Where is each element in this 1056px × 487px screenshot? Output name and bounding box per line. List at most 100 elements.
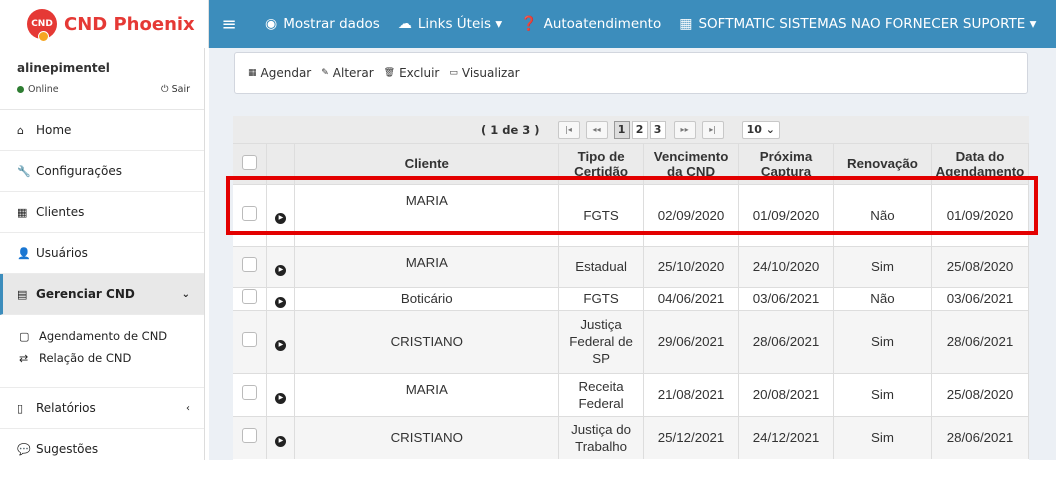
cell-tipo: Justiça do Trabalho	[558, 415, 645, 459]
expand-row-icon[interactable]: ▶	[275, 339, 287, 351]
next-page-button[interactable]: ▸▸	[673, 120, 696, 139]
sidebar-item-label: Agendamento de CND	[39, 329, 168, 343]
action-toolbar: ▦ Agendar ✎ Alterar 🗑 Excluir ▭ Visualiz…	[234, 52, 1028, 94]
cell-agendamento: 28/06/2021	[931, 415, 1030, 459]
row-select-cell[interactable]	[233, 415, 268, 459]
cell-vencimento: 25/12/2021	[643, 415, 740, 459]
show-data-link[interactable]: ◉ Mostrar dados	[265, 16, 380, 32]
row-select-cell[interactable]	[233, 372, 268, 416]
row-select-cell[interactable]	[233, 286, 268, 310]
last-page-button[interactable]: ▸|	[701, 120, 724, 139]
row-select-cell[interactable]	[233, 309, 268, 373]
table-row[interactable]: ▶ CRISTIANO Justiça Federal de SP 29/06/202…	[233, 309, 1030, 373]
col-cliente[interactable]: Cliente	[294, 144, 560, 184]
top-menu: ◉ Mostrar dados ☁ Links Úteis ▾ ❓ Autoat…	[249, 16, 1036, 32]
question-circle-icon: ❓	[520, 16, 538, 32]
row-expand-cell[interactable]: ▶	[266, 309, 296, 373]
sidebar-item-clientes[interactable]: ▦ Clientes	[0, 192, 204, 233]
col-proxima-captura[interactable]: Próxima Captura	[738, 144, 834, 184]
cell-agendamento: 01/09/2020	[931, 183, 1030, 246]
col-renovacao[interactable]: Renovação	[833, 144, 932, 184]
sidebar-item-usuarios[interactable]: 👤 Usuários	[0, 233, 204, 274]
brand-logo[interactable]: CND CND Phoenix	[0, 0, 209, 48]
row-expand-cell[interactable]: ▶	[266, 286, 296, 310]
expand-row-icon[interactable]: ▶	[275, 435, 287, 447]
cell-proxima: 03/06/2021	[738, 286, 834, 310]
calendar-icon: ▦	[248, 68, 257, 78]
cloud-icon: ☁	[397, 16, 412, 32]
table-body: ▶ MARIA FGTS 02/09/2020 01/09/2020 Não 01/09/2…	[233, 183, 1030, 459]
cell-agendamento: 28/06/2021	[931, 309, 1030, 373]
expand-row-icon[interactable]: ▶	[275, 296, 287, 308]
sidebar-item-label: Relatórios	[36, 401, 96, 415]
status-text: Online	[28, 84, 59, 95]
page-3-button[interactable]: 3	[649, 120, 666, 139]
table-row[interactable]: ▶ CRISTIANO Justiça do Trabalho 25/12/2021 2…	[233, 415, 1030, 459]
first-page-button[interactable]: |◂	[557, 120, 580, 139]
row-expand-cell[interactable]: ▶	[266, 183, 296, 246]
col-vencimento[interactable]: Vencimento da CND	[643, 144, 740, 184]
row-expand-cell[interactable]: ▶	[266, 372, 296, 416]
row-select-cell[interactable]	[233, 183, 268, 246]
sidebar-item-label: Gerenciar CND	[36, 287, 135, 301]
self-service-link[interactable]: ❓ Autoatendimento	[520, 16, 661, 32]
row-expand-cell[interactable]: ▶	[266, 415, 296, 459]
sidebar-item-relacao[interactable]: ⇄ Relação de CND	[0, 347, 204, 369]
row-checkbox[interactable]	[242, 428, 258, 444]
cell-tipo: Estadual	[558, 245, 645, 287]
sidebar-item-home[interactable]: ⌂ Home	[0, 110, 204, 151]
cell-vencimento: 21/08/2021	[643, 372, 740, 416]
sidebar-item-configuracoes[interactable]: 🔧 Configurações	[0, 151, 204, 192]
cell-cliente: CRISTIANO	[294, 415, 560, 459]
cell-renovacao: Não	[833, 286, 932, 310]
logout-button[interactable]: ⏻ Sair	[161, 84, 190, 95]
table-row[interactable]: ▶ MARIA FGTS 02/09/2020 01/09/2020 Não 01/09/2…	[233, 183, 1030, 246]
user-icon: 👤	[17, 246, 31, 260]
expand-row-icon[interactable]: ▶	[275, 264, 287, 276]
delete-button[interactable]: 🗑 Excluir	[384, 66, 440, 80]
gerenciar-cnd-submenu: ▢ Agendamento de CND ⇄ Relação de CND	[0, 315, 204, 388]
logo-badge: CND	[27, 9, 57, 42]
page-1-button[interactable]: 1	[613, 120, 630, 139]
cell-cliente: Boticário	[294, 286, 560, 310]
building-icon: ▦	[679, 16, 693, 32]
sidebar-item-label: Usuários	[36, 246, 88, 260]
row-select-cell[interactable]	[233, 245, 268, 287]
select-all-header[interactable]	[233, 144, 268, 184]
col-tipo-certidao[interactable]: Tipo de Certidão	[558, 144, 645, 184]
page-2-button[interactable]: 2	[631, 120, 648, 139]
prev-page-button[interactable]: ◂◂	[585, 120, 608, 139]
cell-vencimento: 25/10/2020	[643, 245, 740, 287]
useful-links-dropdown[interactable]: ☁ Links Úteis ▾	[398, 16, 502, 32]
view-button[interactable]: ▭ Visualizar	[449, 66, 519, 80]
select-all-checkbox[interactable]	[242, 154, 258, 170]
row-checkbox[interactable]	[242, 205, 258, 221]
row-checkbox[interactable]	[242, 257, 258, 272]
edit-button[interactable]: ✎ Alterar	[321, 66, 373, 80]
table-row[interactable]: ▶ MARIA Receita Federal 21/08/2021 20/08/202…	[233, 372, 1030, 416]
col-data-agendamento[interactable]: Data do Agendamento	[931, 144, 1030, 184]
row-expand-cell[interactable]: ▶	[266, 245, 296, 287]
sidebar: alinepimentel Online ⏻ Sair ⌂ Home 🔧 Con…	[0, 48, 205, 487]
schedule-button[interactable]: ▦ Agendar	[248, 66, 311, 80]
expand-row-icon[interactable]: ▶	[275, 213, 287, 224]
expand-row-icon[interactable]: ▶	[275, 392, 287, 404]
brand-name: CND Phoenix	[64, 13, 195, 35]
table-row[interactable]: ▶ MARIA Estadual 25/10/2020 24/10/2020 Sim 25/…	[233, 245, 1030, 287]
sidebar-item-agendamento[interactable]: ▢ Agendamento de CND	[0, 325, 204, 347]
sidebar-item-gerenciar-cnd[interactable]: ▤ Gerenciar CND ⌄	[0, 274, 204, 315]
cell-tipo: Justiça Federal de SP	[558, 309, 645, 373]
row-checkbox[interactable]	[242, 385, 258, 400]
table-row[interactable]: ▶ Boticário FGTS 04/06/2021 03/06/2021 Não 03/…	[233, 286, 1030, 310]
cell-vencimento: 02/09/2020	[643, 183, 740, 246]
row-checkbox[interactable]	[242, 289, 258, 304]
user-status: Online ⏻ Sair	[17, 84, 204, 95]
row-checkbox[interactable]	[242, 332, 258, 347]
sidebar-item-relatorios[interactable]: ▯ Relatórios ‹	[0, 388, 204, 429]
company-dropdown[interactable]: ▦ SOFTMATIC SISTEMAS NAO FORNECER SUPORT…	[679, 16, 1036, 32]
retweet-icon: ⇄	[19, 351, 29, 365]
hamburger-icon[interactable]: ≡	[209, 14, 249, 35]
cell-agendamento: 03/06/2021	[931, 286, 1030, 310]
rows-per-page-select[interactable]: 10 ⌄	[741, 120, 780, 139]
cell-proxima: 28/06/2021	[738, 309, 834, 373]
